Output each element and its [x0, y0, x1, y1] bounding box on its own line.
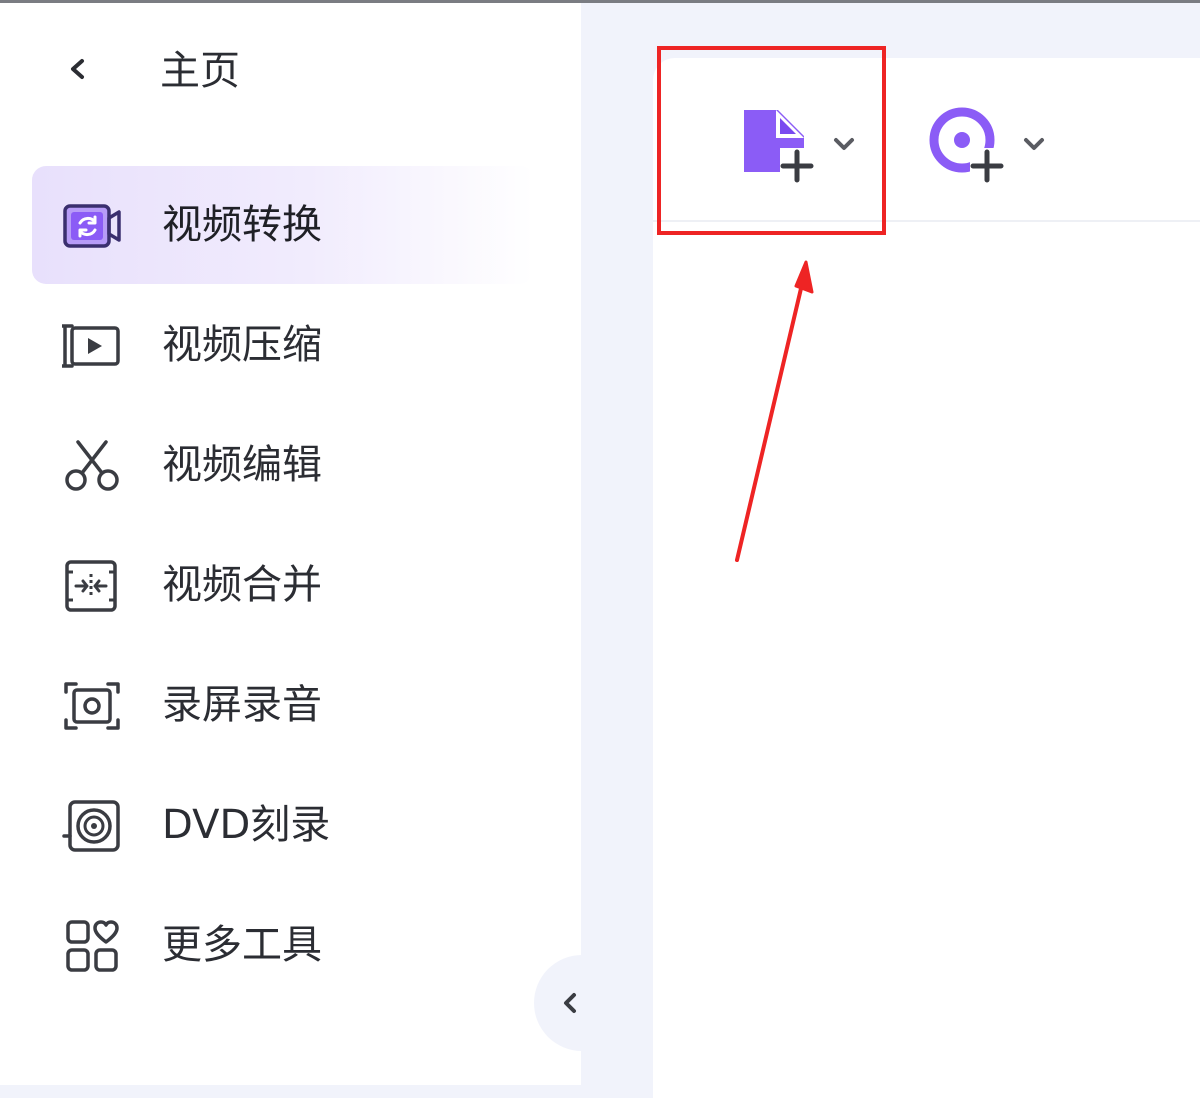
sidebar-item-video-convert[interactable]: 视频转换 — [32, 166, 534, 284]
screen-record-icon — [64, 682, 120, 730]
add-disc-button[interactable] — [926, 104, 1056, 194]
add-file-button[interactable] — [736, 104, 866, 194]
sidebar-item-video-edit[interactable]: 视频编辑 — [32, 406, 534, 524]
sidebar-item-dvd-burn[interactable]: DVD刻录 — [32, 766, 534, 884]
sidebar-item-more-tools[interactable]: 更多工具 — [32, 886, 534, 1004]
chevron-left-icon — [71, 59, 84, 79]
add-disc-icon — [929, 107, 1004, 183]
main-panel — [653, 58, 1200, 1098]
video-convert-icon — [63, 204, 121, 248]
merge-icon — [65, 560, 117, 612]
chevron-down-icon[interactable] — [830, 130, 858, 158]
sidebar-item-label: 更多工具 — [162, 922, 322, 968]
sidebar-item-video-compress[interactable]: 视频压缩 — [32, 286, 534, 404]
sidebar: 主页 视频转换 视频压缩 视频编辑 视频合并 录屏录音 DVD刻录 更多工具 — [0, 3, 581, 1085]
back-home-label: 主页 — [160, 48, 240, 94]
sidebar-item-label: 视频转换 — [162, 202, 322, 248]
grid-heart-icon — [66, 920, 119, 972]
add-file-icon — [744, 110, 814, 183]
back-home-button[interactable]: 主页 — [0, 3, 581, 143]
sidebar-item-label: DVD刻录 — [162, 802, 331, 848]
sidebar-item-screen-record[interactable]: 录屏录音 — [32, 646, 534, 764]
sidebar-item-label: 录屏录音 — [162, 682, 322, 728]
sidebar-item-label: 视频合并 — [162, 562, 322, 608]
scissors-icon — [65, 440, 119, 491]
chevron-down-icon[interactable] — [1020, 130, 1048, 158]
sidebar-item-label: 视频压缩 — [162, 322, 322, 368]
video-compress-icon — [62, 324, 120, 368]
disc-icon — [62, 800, 120, 852]
chevron-left-icon — [564, 993, 576, 1013]
sidebar-item-label: 视频编辑 — [162, 442, 322, 488]
sidebar-item-video-merge[interactable]: 视频合并 — [32, 526, 534, 644]
toolbar-divider — [653, 220, 1200, 222]
